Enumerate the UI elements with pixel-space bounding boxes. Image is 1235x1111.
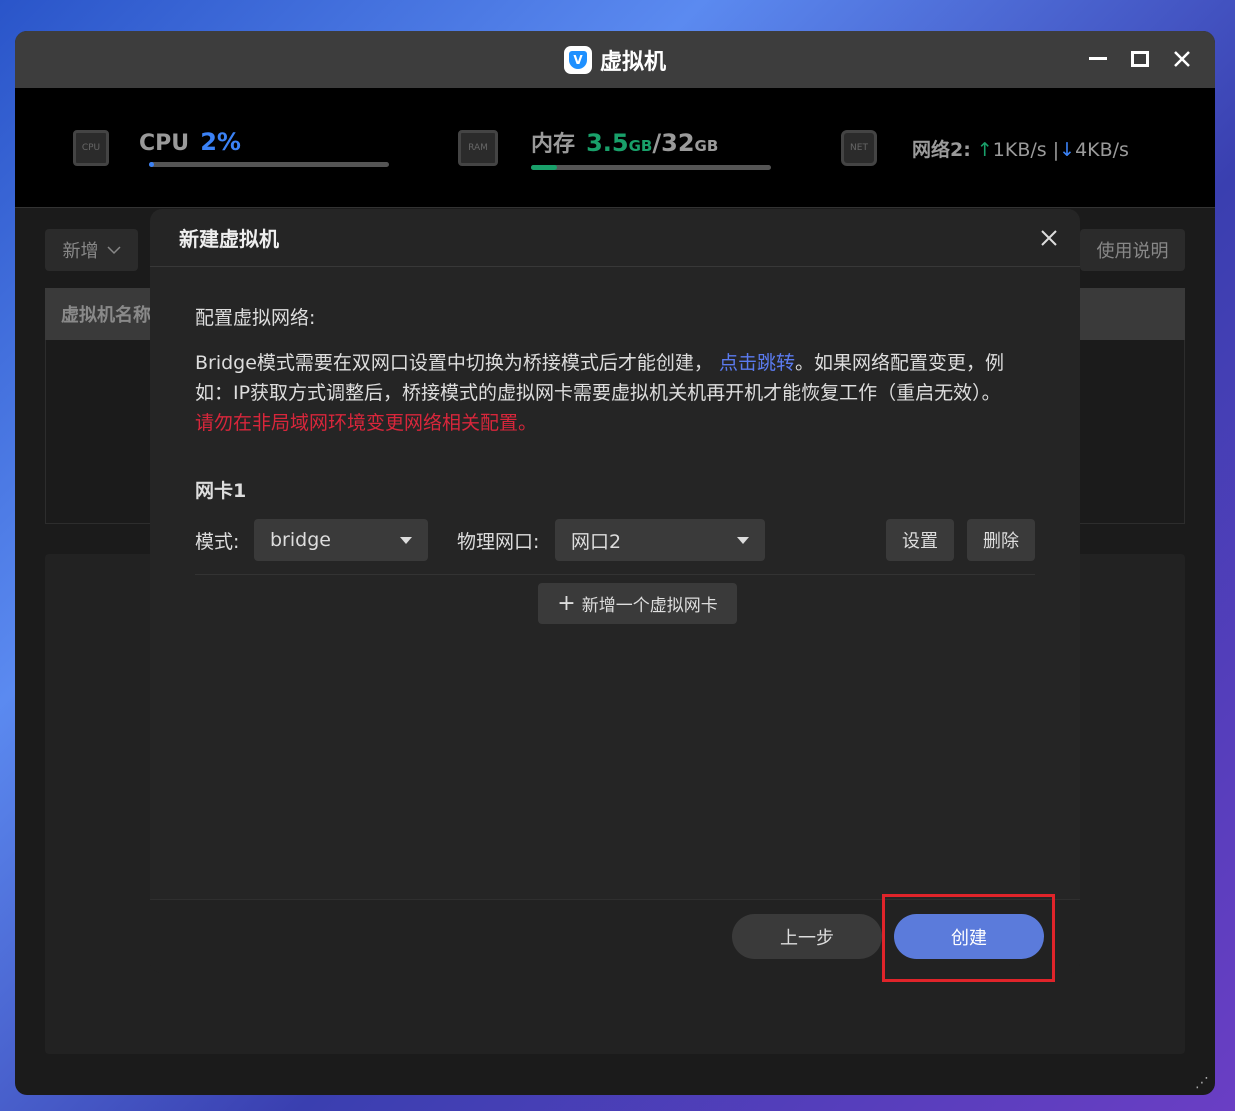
desc-part2: 。如果网络配置变更，例 <box>795 352 1005 374</box>
add-nic-label: 新增一个虚拟网卡 <box>581 596 718 616</box>
warning-text: 请勿在非局域网环境变更网络相关配置。 <box>195 412 538 434</box>
port-value: 网口2 <box>571 530 622 553</box>
delete-label: 删除 <box>983 531 1019 552</box>
dialog-header: 新建虚拟机 <box>150 209 1080 267</box>
nic-title: 网卡1 <box>195 480 247 502</box>
caret-down-icon <box>400 537 412 544</box>
new-vm-dialog: 新建虚拟机 配置虚拟网络: Bridge模式需要在双网口设置中切换为桥接模式后才… <box>150 209 1080 973</box>
prev-step-button[interactable]: 上一步 <box>732 914 882 959</box>
mode-select[interactable]: bridge <box>254 519 428 561</box>
dialog-title: 新建虚拟机 <box>179 227 279 251</box>
prev-step-label: 上一步 <box>780 927 834 949</box>
add-nic-button[interactable]: + 新增一个虚拟网卡 <box>538 583 737 624</box>
desc-line2: 如：IP获取方式调整后，桥接模式的虚拟网卡需要虚拟机关机再开机才能恢复工作（重启… <box>195 382 1001 404</box>
jump-link[interactable]: 点击跳转 <box>719 352 795 374</box>
dialog-close-icon[interactable] <box>1034 223 1064 253</box>
settings-label: 设置 <box>902 531 938 552</box>
desc-part1: Bridge模式需要在双网口设置中切换为桥接模式后才能创建， <box>195 352 713 374</box>
modal-overlay: 新建虚拟机 配置虚拟网络: Bridge模式需要在双网口设置中切换为桥接模式后才… <box>0 0 1235 1111</box>
dialog-body: 配置虚拟网络: Bridge模式需要在双网口设置中切换为桥接模式后才能创建， 点… <box>150 303 1080 575</box>
section-title: 配置虚拟网络: <box>195 307 316 329</box>
bridge-description: Bridge模式需要在双网口设置中切换为桥接模式后才能创建， 点击跳转。如果网络… <box>195 348 1035 438</box>
mode-value: bridge <box>270 529 331 551</box>
mode-label: 模式: <box>195 531 240 553</box>
port-select[interactable]: 网口2 <box>555 519 765 561</box>
delete-button[interactable]: 删除 <box>967 519 1035 561</box>
nic-row: 模式: bridge 物理网口: 网口2 设置 删除 <box>195 519 1035 575</box>
plus-icon: + <box>557 591 576 616</box>
caret-down-icon <box>737 537 749 544</box>
settings-button[interactable]: 设置 <box>886 519 954 561</box>
highlight-box <box>882 894 1055 982</box>
port-label: 物理网口: <box>457 531 540 553</box>
